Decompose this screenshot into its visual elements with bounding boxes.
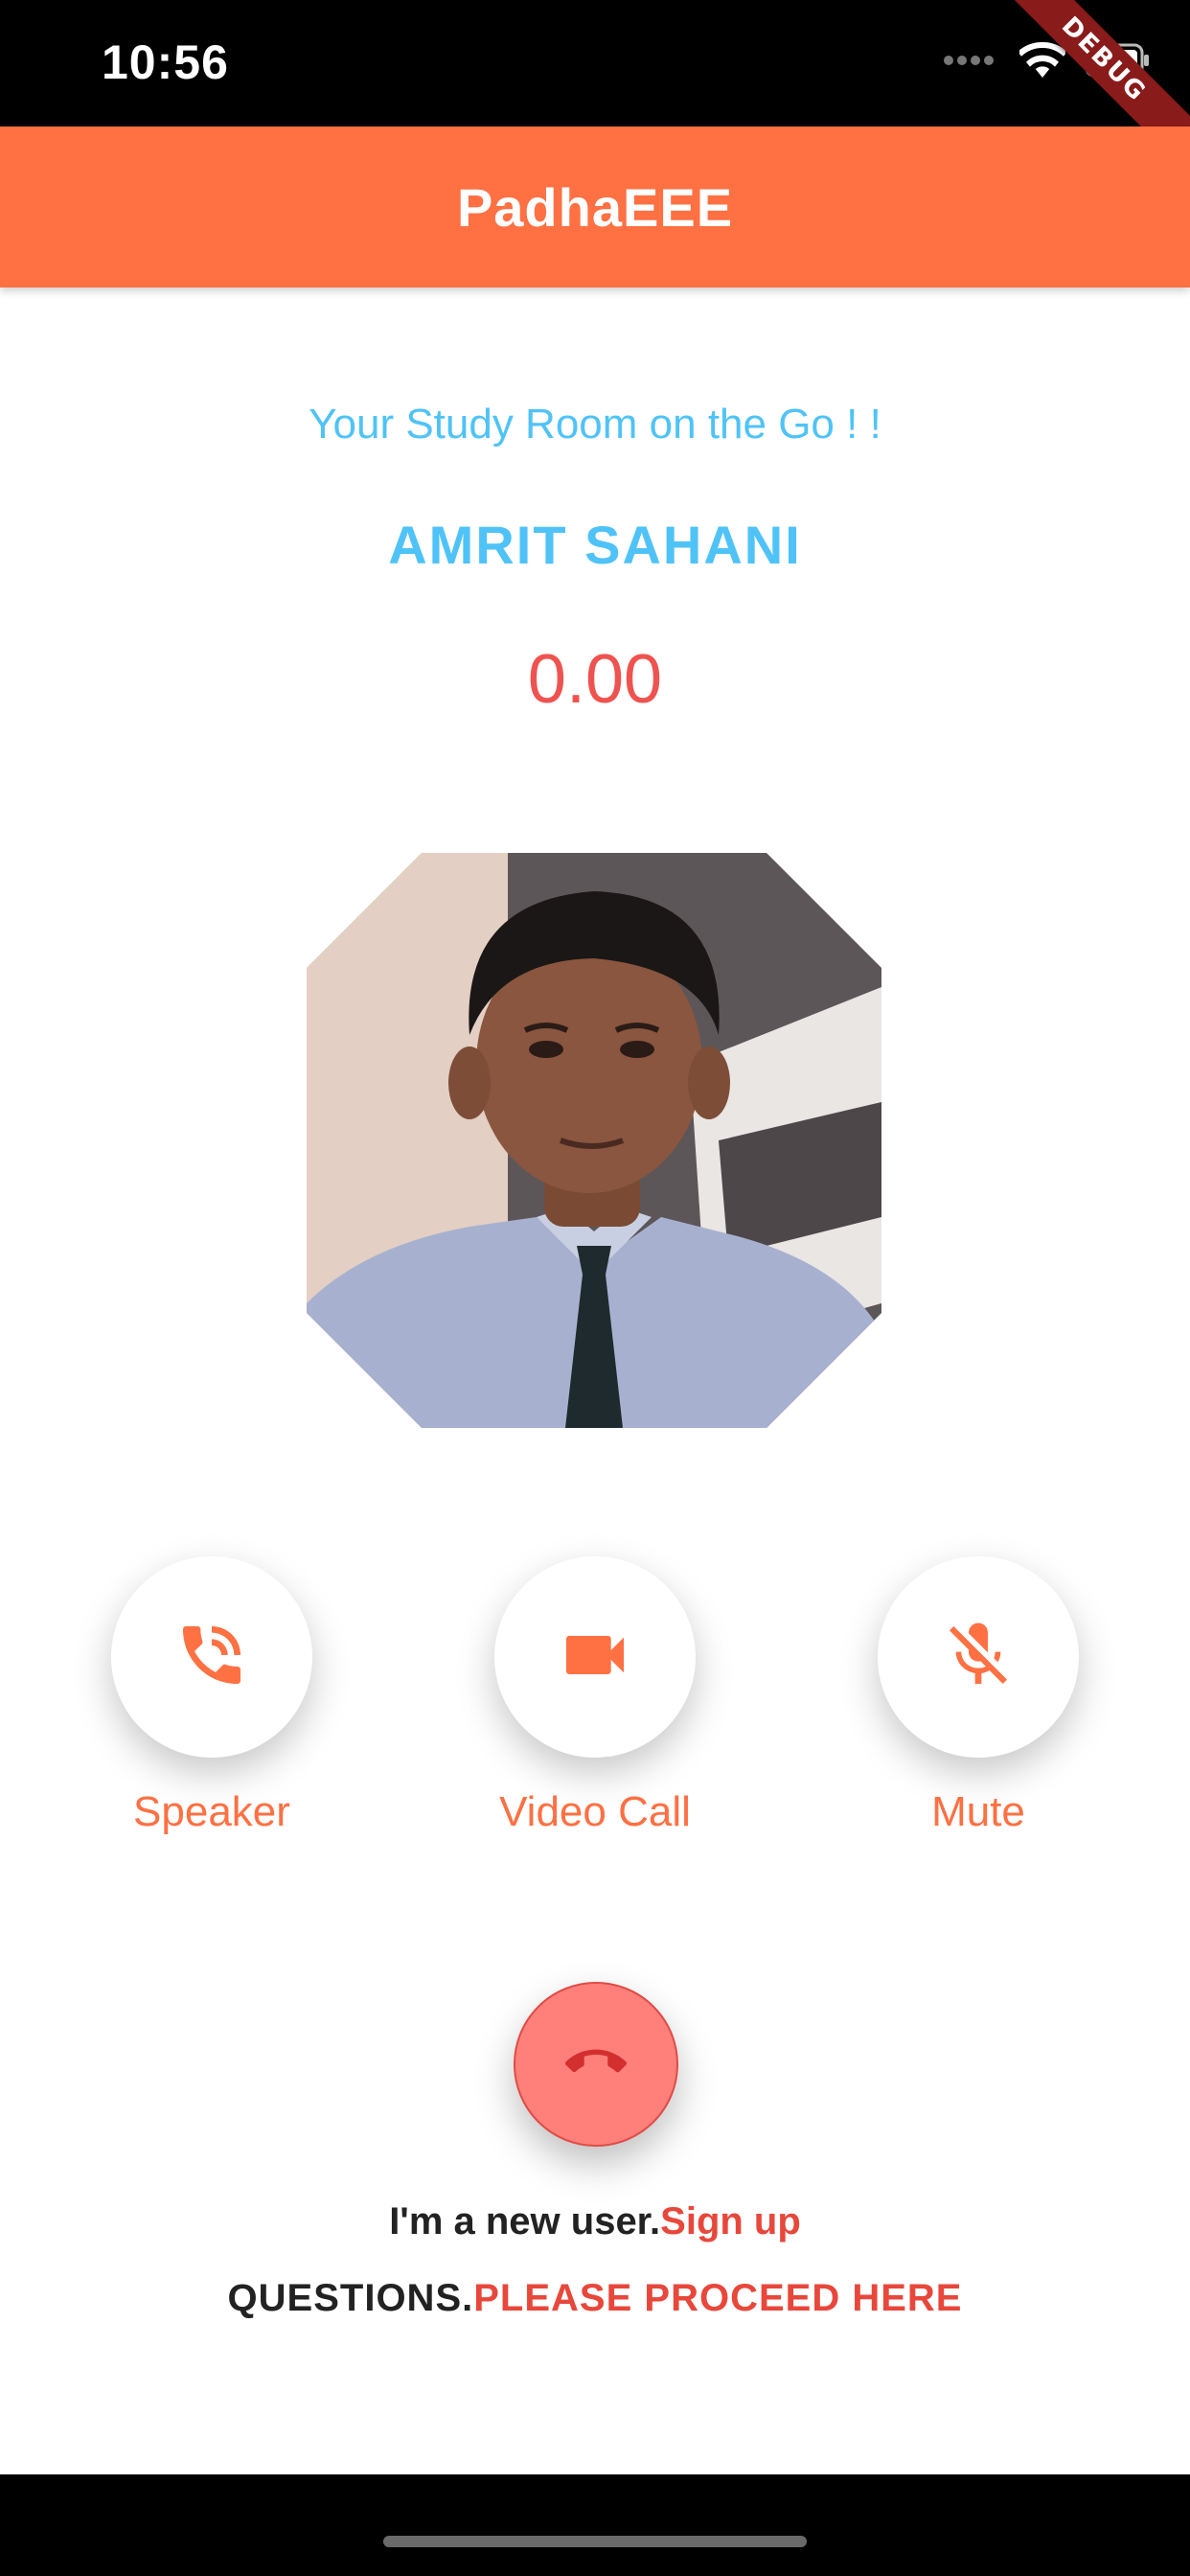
call-timer: 0.00 xyxy=(527,641,663,718)
speaker-button[interactable] xyxy=(111,1556,312,1758)
video-call-control[interactable]: Video Call xyxy=(494,1556,696,1836)
caller-name: AMRIT SAHANI xyxy=(388,515,802,575)
tagline: Your Study Room on the Go ! ! xyxy=(309,401,881,448)
video-call-label: Video Call xyxy=(499,1788,691,1835)
signup-link[interactable]: Sign up xyxy=(660,2200,801,2242)
wifi-icon xyxy=(1018,41,1067,83)
questions-link[interactable]: PLEASE PROCEED HERE xyxy=(473,2277,962,2319)
app-title: PadhaEEE xyxy=(456,176,734,238)
signup-prefix: I'm a new user. xyxy=(389,2200,661,2242)
status-time: 10:56 xyxy=(102,35,229,89)
speaker-label: Speaker xyxy=(133,1788,290,1835)
caller-photo xyxy=(307,853,881,1428)
home-indicator-area xyxy=(0,2474,1190,2576)
app-bar: PadhaEEE xyxy=(0,126,1190,288)
mic-off-icon xyxy=(940,1617,1017,1698)
phone-in-talk-icon xyxy=(173,1617,250,1698)
videocam-icon xyxy=(557,1617,633,1698)
signal-icon xyxy=(943,54,1000,72)
end-call-button[interactable] xyxy=(514,1982,678,2147)
home-indicator[interactable] xyxy=(383,2536,807,2547)
call-end-icon xyxy=(565,2032,627,2098)
mute-label: Mute xyxy=(931,1788,1025,1835)
mute-button[interactable] xyxy=(878,1556,1079,1758)
video-call-button[interactable] xyxy=(494,1556,696,1758)
status-bar: 10:56 DEBUG xyxy=(0,0,1190,183)
questions-line: QUESTIONS.PLEASE PROCEED HERE xyxy=(0,2277,1190,2320)
signup-line: I'm a new user.Sign up xyxy=(0,2200,1190,2243)
speaker-control[interactable]: Speaker xyxy=(111,1556,312,1836)
mute-control[interactable]: Mute xyxy=(878,1556,1079,1836)
questions-prefix: QUESTIONS. xyxy=(227,2277,474,2319)
